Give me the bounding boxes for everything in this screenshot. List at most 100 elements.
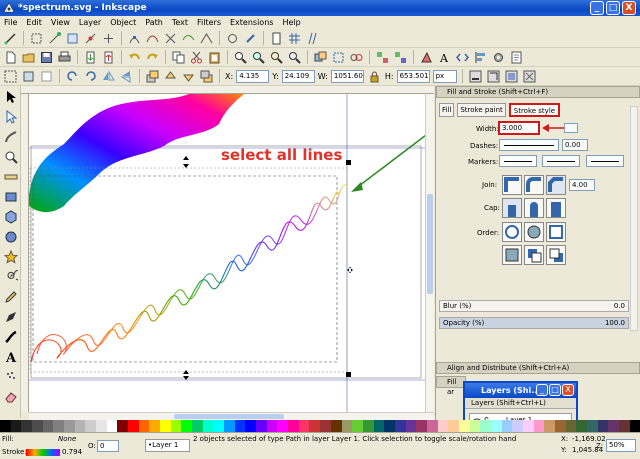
snap-bbox-corner-icon[interactable]	[65, 31, 80, 46]
select-all-icon[interactable]	[3, 69, 18, 84]
palette-swatch[interactable]	[96, 420, 107, 432]
copy-icon[interactable]	[171, 50, 186, 65]
snap-page-border-icon[interactable]	[269, 31, 284, 46]
ellipse-tool-icon[interactable]	[2, 227, 19, 246]
order-stroke-markers-button[interactable]	[524, 245, 544, 265]
menu-text[interactable]: Text	[172, 16, 188, 29]
palette-swatch[interactable]	[533, 420, 545, 432]
blur-slider[interactable]: Blur (%) 0.0	[439, 300, 629, 312]
palette-swatch[interactable]	[266, 420, 278, 432]
palette-swatch[interactable]	[181, 420, 193, 432]
snap-paths-icon[interactable]	[145, 31, 160, 46]
import-icon[interactable]	[83, 50, 98, 65]
palette-swatch[interactable]	[245, 420, 257, 432]
paste-icon[interactable]	[207, 50, 222, 65]
palette-swatch[interactable]	[458, 420, 470, 432]
palette-swatch[interactable]	[576, 420, 587, 432]
x-field[interactable]: 4.135	[236, 69, 270, 83]
pencil-tool-icon[interactable]	[2, 287, 19, 306]
new-document-icon[interactable]	[3, 50, 18, 65]
snap-grid-icon[interactable]	[287, 31, 302, 46]
selector-tool-icon[interactable]	[2, 87, 19, 106]
palette-swatch[interactable]	[42, 420, 54, 432]
scale-stroke-icon[interactable]	[468, 69, 483, 84]
menu-help[interactable]: Help	[282, 16, 300, 29]
menu-extensions[interactable]: Extensions	[230, 16, 273, 29]
fill-indicator-value[interactable]: None	[58, 435, 76, 443]
round-cap-button[interactable]	[524, 198, 544, 218]
snap-cusp-icon[interactable]	[199, 31, 214, 46]
horizontal-scrollbar[interactable]	[29, 412, 434, 420]
palette-swatch[interactable]	[416, 420, 427, 432]
unit-select[interactable]: px	[432, 69, 457, 83]
palette-swatch[interactable]	[288, 420, 299, 432]
lock-ratio-icon[interactable]	[367, 69, 382, 84]
save-icon[interactable]	[39, 50, 54, 65]
palette-swatch[interactable]	[192, 420, 203, 432]
palette-swatch[interactable]	[437, 420, 449, 432]
eraser-tool-icon[interactable]	[2, 387, 19, 406]
palette-swatch[interactable]	[74, 420, 86, 432]
miter-join-button[interactable]	[502, 175, 522, 195]
palette-swatch[interactable]	[448, 420, 459, 432]
palette-swatch[interactable]	[512, 420, 523, 432]
palette-swatch[interactable]	[234, 420, 246, 432]
palette-swatch[interactable]	[53, 420, 65, 432]
menu-view[interactable]: View	[51, 16, 70, 29]
text-tool-icon[interactable]: A	[2, 347, 19, 366]
width-unit-select[interactable]	[564, 123, 578, 133]
menu-filters[interactable]: Filters	[197, 16, 221, 29]
dash-pattern-select[interactable]	[499, 139, 559, 151]
palette-swatch[interactable]	[224, 420, 235, 432]
snap-object-midpoint-icon[interactable]	[225, 31, 240, 46]
square-cap-button[interactable]	[546, 198, 566, 218]
document-properties-icon[interactable]	[509, 50, 524, 65]
dock-scrollbar[interactable]	[630, 106, 638, 331]
deselect-icon[interactable]	[39, 69, 54, 84]
palette-swatch[interactable]	[341, 420, 353, 432]
rectangle-tool-icon[interactable]	[2, 187, 19, 206]
duplicate-icon[interactable]	[313, 50, 328, 65]
palette-swatch[interactable]	[128, 420, 139, 432]
order-markers-stroke-button[interactable]	[546, 245, 566, 265]
palette-swatch[interactable]	[298, 420, 310, 432]
palette-swatch[interactable]	[160, 420, 171, 432]
open-icon[interactable]	[21, 50, 36, 65]
stroke-width-value[interactable]: 0.794	[62, 448, 82, 456]
fill-panel-header[interactable]: Fill ar	[436, 376, 466, 396]
palette-swatch[interactable]	[106, 420, 118, 432]
width-input[interactable]: 3.000	[498, 121, 540, 135]
palette-swatch[interactable]	[10, 420, 22, 432]
raise-icon[interactable]	[163, 69, 178, 84]
align-distribute-header[interactable]: Align and Distribute (Shift+Ctrl+A)	[436, 362, 640, 374]
palette-swatch[interactable]	[426, 420, 438, 432]
node-tool-icon[interactable]	[2, 107, 19, 126]
scale-pattern-icon[interactable]	[522, 69, 537, 84]
palette-swatch[interactable]	[170, 420, 182, 432]
y-field[interactable]: 24.109	[281, 69, 315, 83]
tweak-tool-icon[interactable]	[2, 127, 19, 146]
tab-stroke-style[interactable]: Stroke style	[508, 103, 561, 117]
menu-edit[interactable]: Edit	[26, 16, 42, 29]
current-layer-select[interactable]: •Layer 1	[145, 439, 190, 452]
3d-box-tool-icon[interactable]	[2, 207, 19, 226]
xml-editor-icon[interactable]	[455, 50, 470, 65]
clone-icon[interactable]	[331, 50, 346, 65]
palette-swatch[interactable]	[352, 420, 363, 432]
order-markers-button[interactable]	[546, 222, 566, 242]
menu-object[interactable]: Object	[110, 16, 136, 29]
flip-horizontal-icon[interactable]	[101, 69, 116, 84]
snap-bbox-icon[interactable]	[29, 31, 44, 46]
palette-swatch[interactable]	[629, 420, 640, 432]
layers-maximize-button[interactable]: □	[549, 384, 561, 396]
palette-swatch[interactable]	[202, 420, 214, 432]
palette-swatch[interactable]	[362, 420, 374, 432]
snap-guides-icon[interactable]	[305, 31, 320, 46]
export-icon[interactable]	[101, 50, 116, 65]
align-distribute-icon[interactable]	[473, 50, 488, 65]
mid-marker-select[interactable]	[542, 155, 580, 167]
select-all-layers-icon[interactable]	[21, 69, 36, 84]
start-marker-select[interactable]	[499, 155, 537, 167]
scale-corners-icon[interactable]	[486, 69, 501, 84]
calligraphy-tool-icon[interactable]	[2, 327, 19, 346]
